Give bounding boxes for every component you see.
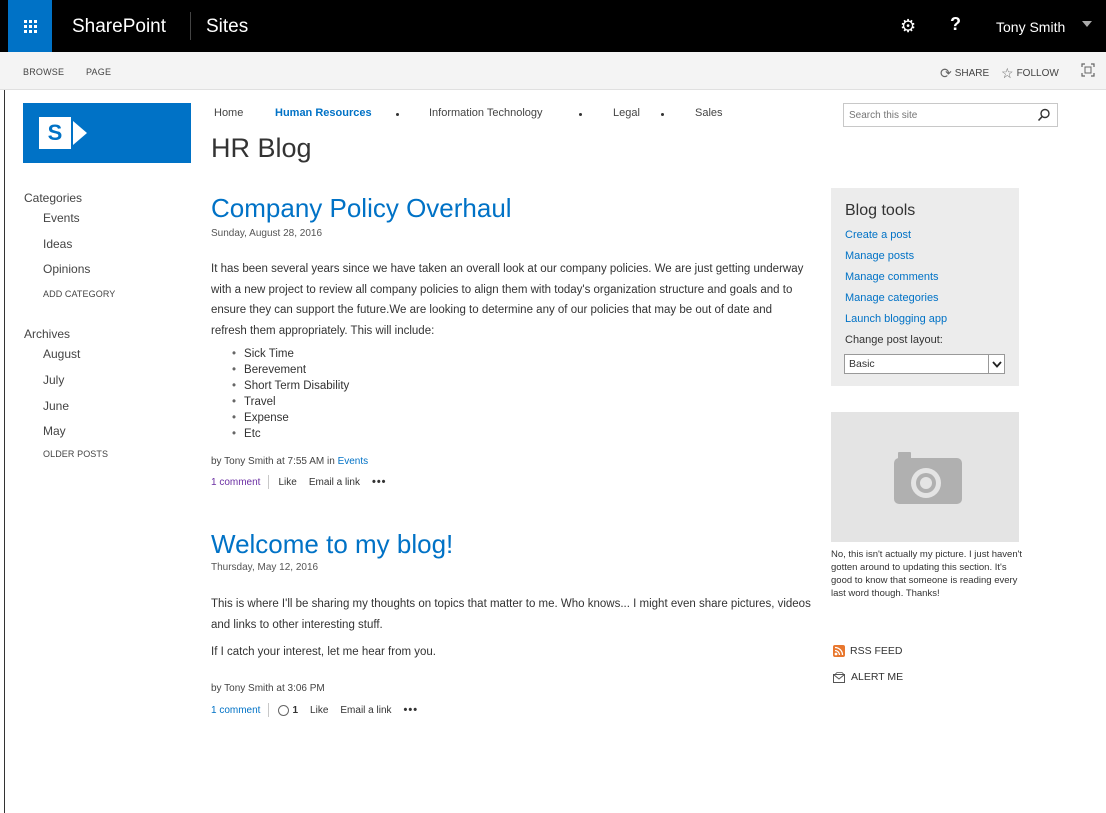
post-list: Sick Time Berevement Short Term Disabili… bbox=[232, 346, 349, 442]
post-layout-select[interactable]: Basic bbox=[844, 354, 1005, 374]
sharepoint-logo-icon: S bbox=[39, 117, 71, 149]
post-byline: by Tony Smith at 7:55 AM in Events bbox=[211, 456, 368, 467]
smiley-icon bbox=[278, 704, 290, 716]
envelope-icon bbox=[833, 671, 845, 683]
search-box bbox=[843, 103, 1058, 127]
post-layout-value: Basic bbox=[849, 358, 875, 370]
page-title: HR Blog bbox=[211, 133, 312, 163]
tab-browse[interactable]: BROWSE bbox=[23, 67, 64, 77]
star-icon: ☆ bbox=[1001, 65, 1014, 81]
list-item: Travel bbox=[232, 394, 349, 410]
blog-tools-heading: Blog tools bbox=[845, 202, 916, 219]
post-body: This is where I'll be sharing my thought… bbox=[211, 598, 811, 631]
list-item: Short Term Disability bbox=[232, 378, 349, 394]
archives-heading: Archives bbox=[24, 327, 71, 341]
manage-categories-link[interactable]: Manage categories bbox=[845, 292, 939, 304]
share-button[interactable]: ⟳ SHARE bbox=[940, 65, 989, 82]
category-link[interactable]: Opinions bbox=[43, 262, 90, 276]
comments-link[interactable]: 1 comment bbox=[211, 705, 260, 716]
like-button[interactable]: Like bbox=[310, 705, 328, 716]
older-posts-link[interactable]: OLDER POSTS bbox=[43, 449, 108, 459]
list-item: Expense bbox=[232, 410, 349, 426]
rss-feed-link[interactable]: RSS FEED bbox=[833, 645, 903, 657]
dropdown-icon[interactable] bbox=[396, 113, 399, 116]
follow-label: FOLLOW bbox=[1016, 68, 1059, 79]
app-launcher-icon[interactable] bbox=[8, 0, 52, 52]
archive-link[interactable]: August bbox=[43, 347, 80, 361]
rss-icon bbox=[833, 645, 845, 657]
site-logo[interactable]: S bbox=[23, 103, 191, 163]
manage-posts-link[interactable]: Manage posts bbox=[845, 250, 914, 262]
sites-link[interactable]: Sites bbox=[206, 16, 248, 38]
post-body: If I catch your interest, let me hear fr… bbox=[211, 646, 436, 658]
post-title-link[interactable]: Company Policy Overhaul bbox=[211, 193, 512, 224]
tab-page[interactable]: PAGE bbox=[86, 67, 111, 77]
post-layout-label: Change post layout: bbox=[845, 334, 943, 346]
ribbon: BROWSE PAGE ⟳ SHARE ☆ FOLLOW bbox=[0, 52, 1106, 90]
add-category-link[interactable]: ADD CATEGORY bbox=[43, 289, 115, 299]
post-title-link[interactable]: Welcome to my blog! bbox=[211, 529, 453, 560]
share-label: SHARE bbox=[954, 68, 990, 79]
help-icon[interactable]: ? bbox=[950, 14, 961, 35]
dropdown-icon[interactable] bbox=[579, 113, 582, 116]
topnav-home[interactable]: Home bbox=[214, 107, 243, 119]
post-body: It has been several years since we have … bbox=[211, 263, 804, 337]
manage-comments-link[interactable]: Manage comments bbox=[845, 271, 939, 283]
create-post-link[interactable]: Create a post bbox=[845, 229, 911, 241]
divider bbox=[4, 90, 5, 813]
suite-bar: SharePoint Sites ⚙ ? Tony Smith bbox=[0, 0, 1106, 52]
divider bbox=[268, 703, 270, 717]
launch-blogging-app-link[interactable]: Launch blogging app bbox=[845, 313, 947, 325]
categories-heading: Categories bbox=[24, 191, 83, 205]
share-icon: ⟳ bbox=[940, 65, 952, 81]
alert-label: ALERT ME bbox=[851, 671, 904, 683]
search-input[interactable] bbox=[844, 104, 1029, 127]
post-actions: 1 comment Like Email a link ••• bbox=[211, 475, 387, 489]
likes-count: 1 bbox=[292, 704, 299, 716]
dropdown-icon[interactable] bbox=[661, 113, 664, 116]
rss-label: RSS FEED bbox=[850, 645, 903, 657]
comments-link[interactable]: 1 comment bbox=[211, 477, 260, 488]
chevron-down-icon[interactable] bbox=[1082, 21, 1092, 27]
post-actions: 1 comment 1 Like Email a link ••• bbox=[211, 703, 418, 717]
blog-tools-panel: Blog tools Create a post Manage posts Ma… bbox=[831, 188, 1019, 386]
category-link[interactable]: Events bbox=[338, 456, 369, 467]
list-item: Etc bbox=[232, 426, 349, 442]
archive-link[interactable]: June bbox=[43, 399, 69, 413]
logo-arrow bbox=[73, 121, 87, 145]
user-menu[interactable]: Tony Smith bbox=[996, 19, 1065, 35]
byline-text: by Tony Smith at 7:55 AM in bbox=[211, 456, 338, 467]
search-icon[interactable] bbox=[1037, 108, 1051, 122]
more-options-icon[interactable]: ••• bbox=[372, 476, 387, 488]
profile-picture-placeholder bbox=[831, 412, 1019, 542]
email-link-button[interactable]: Email a link bbox=[309, 477, 360, 488]
post-date: Sunday, August 28, 2016 bbox=[211, 228, 323, 239]
list-item: Berevement bbox=[232, 362, 349, 378]
focus-mode-icon[interactable] bbox=[1081, 63, 1095, 77]
like-button[interactable]: Like bbox=[278, 477, 296, 488]
divider bbox=[268, 475, 270, 489]
chevron-down-icon[interactable] bbox=[988, 355, 1004, 373]
topnav-legal[interactable]: Legal bbox=[613, 107, 640, 119]
email-link-button[interactable]: Email a link bbox=[340, 705, 391, 716]
category-link[interactable]: Events bbox=[43, 211, 80, 225]
topnav-information-technology[interactable]: Information Technology bbox=[429, 107, 543, 119]
alert-me-link[interactable]: ALERT ME bbox=[833, 671, 903, 683]
post-date: Thursday, May 12, 2016 bbox=[211, 562, 319, 573]
follow-button[interactable]: ☆ FOLLOW bbox=[1001, 65, 1059, 82]
more-options-icon[interactable]: ••• bbox=[404, 704, 419, 716]
archive-link[interactable]: May bbox=[43, 424, 66, 438]
photo-caption: No, this isn't actually my picture. I ju… bbox=[831, 549, 1023, 599]
category-link[interactable]: Ideas bbox=[43, 237, 72, 251]
divider bbox=[190, 12, 191, 40]
brand-link[interactable]: SharePoint bbox=[72, 16, 166, 38]
topnav-sales[interactable]: Sales bbox=[695, 107, 723, 119]
camera-icon bbox=[894, 452, 962, 504]
topnav-human-resources[interactable]: Human Resources bbox=[275, 107, 372, 119]
archive-link[interactable]: July bbox=[43, 373, 64, 387]
post-byline: by Tony Smith at 3:06 PM bbox=[211, 683, 325, 694]
gear-icon[interactable]: ⚙ bbox=[900, 16, 916, 37]
list-item: Sick Time bbox=[232, 346, 349, 362]
